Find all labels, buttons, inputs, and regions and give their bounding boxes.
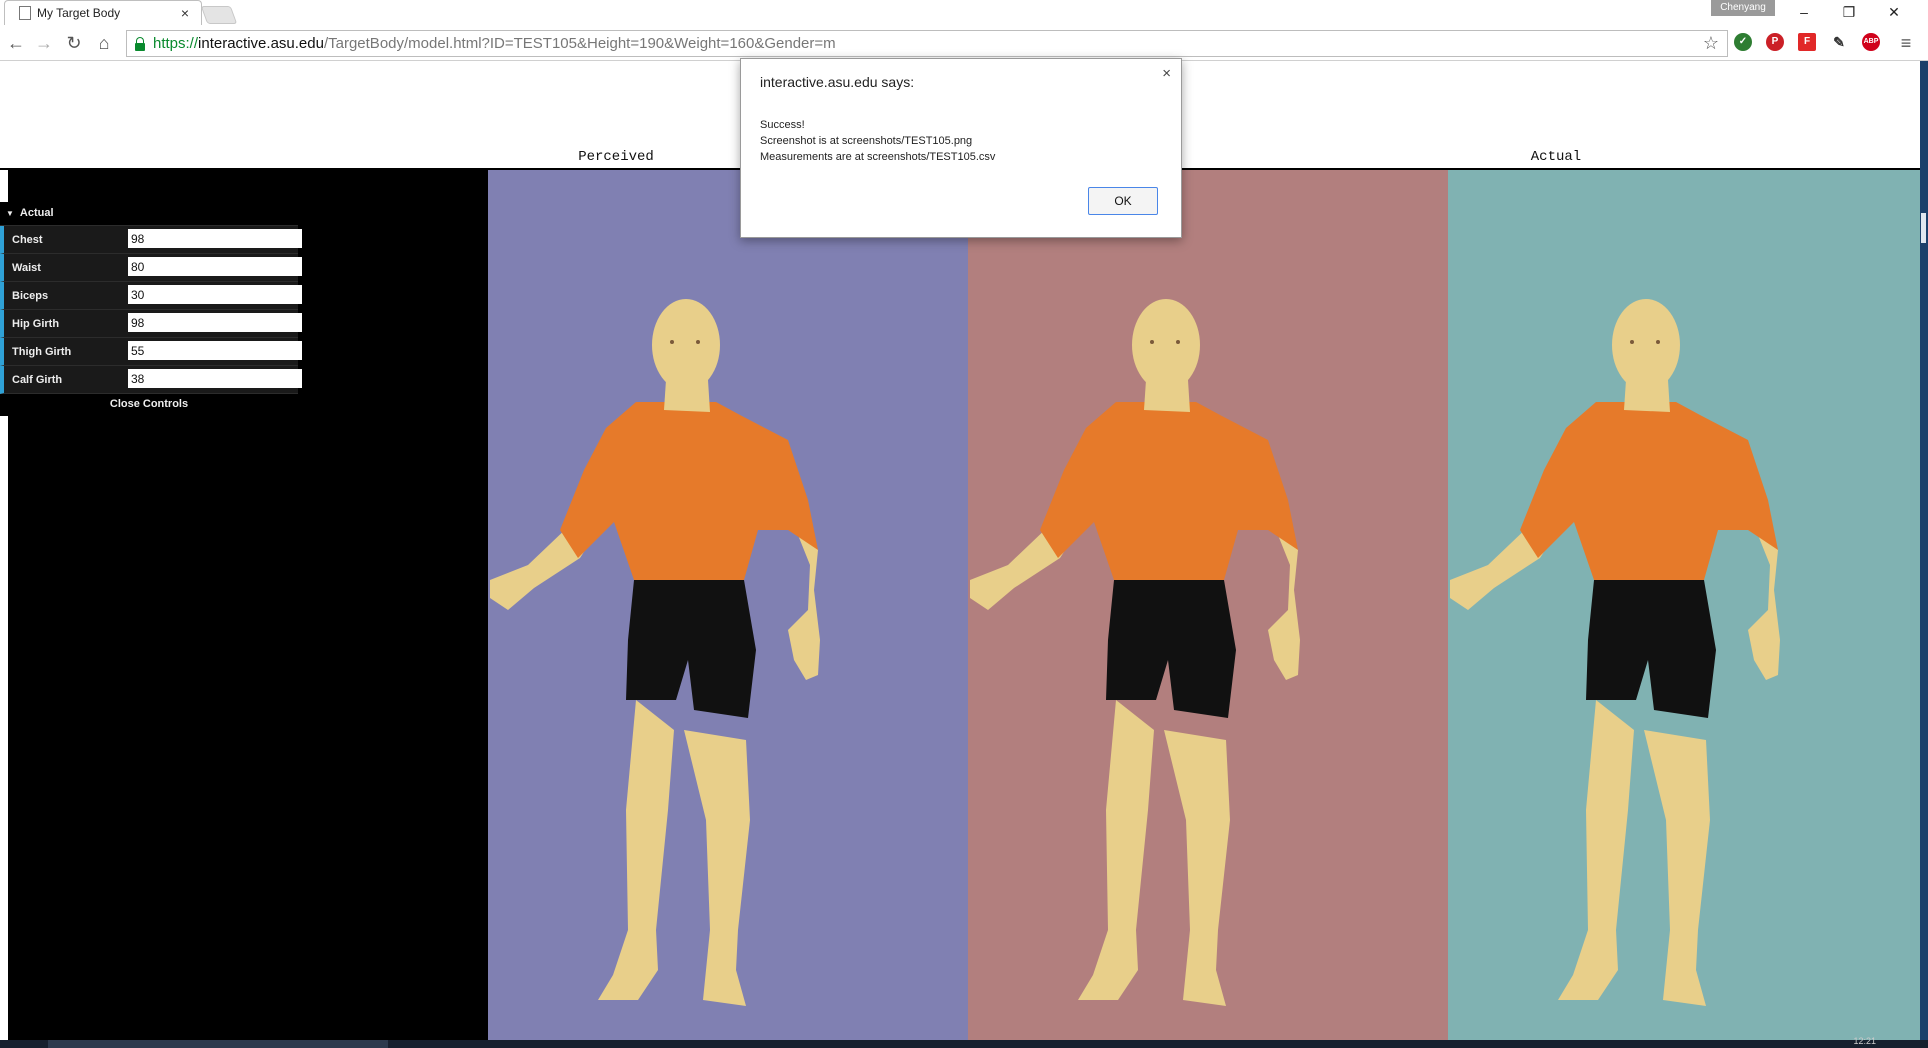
browser-tab[interactable]: My Target Body × xyxy=(4,0,202,25)
caret-down-icon: ▼ xyxy=(6,209,14,218)
measurement-input[interactable] xyxy=(128,285,302,304)
control-row: Hip Girth xyxy=(0,310,302,338)
forward-icon[interactable]: → xyxy=(32,31,56,55)
measurement-input[interactable] xyxy=(128,313,302,332)
reload-icon[interactable]: ↻ xyxy=(62,31,86,55)
browser-toolbar: ← → ↻ ⌂ https://interactive.asu.edu/Targ… xyxy=(0,26,1928,61)
ok-button[interactable]: OK xyxy=(1088,187,1158,215)
close-controls-button[interactable]: Close Controls xyxy=(0,394,298,416)
bookmark-star-icon[interactable]: ☆ xyxy=(1703,33,1719,54)
measurement-input[interactable] xyxy=(128,257,302,276)
window-close-icon[interactable]: ✕ xyxy=(1872,0,1916,24)
control-row: Calf Girth xyxy=(0,366,302,394)
panel-label-actual: Actual xyxy=(1530,149,1582,165)
measurement-input[interactable] xyxy=(128,369,302,388)
middle-body-panel[interactable] xyxy=(968,170,1448,1040)
control-label: Thigh Girth xyxy=(12,345,72,358)
control-label: Hip Girth xyxy=(12,317,60,330)
browser-tab-strip: My Target Body × Chenyang – ❐ ✕ xyxy=(0,0,1928,27)
adblock-icon[interactable]: ABP xyxy=(1862,33,1880,51)
actual-body-panel[interactable] xyxy=(1448,170,1928,1040)
flipboard-icon[interactable]: F xyxy=(1798,33,1816,51)
control-label: Chest xyxy=(12,233,43,246)
eyedropper-icon[interactable]: ✎ xyxy=(1830,33,1848,51)
message-line: Measurements are at screenshots/TEST105.… xyxy=(760,151,996,163)
dialog-title: interactive.asu.edu says: xyxy=(760,74,915,90)
tab-title: My Target Body xyxy=(37,6,121,20)
menu-icon[interactable]: ≡ xyxy=(1894,31,1918,55)
message-line: Screenshot is at screenshots/TEST105.png xyxy=(760,135,973,147)
taskbar-clock: 12:21 xyxy=(1853,1036,1876,1046)
lock-icon xyxy=(135,36,145,51)
measurement-input[interactable] xyxy=(128,341,302,360)
control-row: Biceps xyxy=(0,282,302,310)
taskbar: 12:21 xyxy=(0,1036,1928,1048)
control-row: Thigh Girth xyxy=(0,338,302,366)
folder-header-actual[interactable]: ▼ Actual xyxy=(0,202,298,226)
alert-dialog: interactive.asu.edu says: × Success! Scr… xyxy=(740,58,1182,238)
scrollbar-thumb[interactable] xyxy=(1921,213,1926,243)
page-scrollbar[interactable] xyxy=(1920,61,1928,1040)
back-icon[interactable]: ← xyxy=(4,31,28,55)
minimize-icon[interactable]: – xyxy=(1782,0,1826,24)
control-label: Waist xyxy=(12,261,41,274)
new-tab-button[interactable] xyxy=(200,6,238,24)
home-icon[interactable]: ⌂ xyxy=(92,31,116,55)
dialog-message: Success! Screenshot is at screenshots/TE… xyxy=(760,117,995,165)
restore-icon[interactable]: ❐ xyxy=(1827,0,1871,24)
dialog-close-icon[interactable]: × xyxy=(1162,65,1171,82)
control-label: Calf Girth xyxy=(12,373,63,386)
control-row: Chest xyxy=(0,226,302,254)
globe-icon[interactable]: ✓ xyxy=(1734,33,1752,51)
url-text: https://interactive.asu.edu/TargetBody/m… xyxy=(153,35,836,52)
message-line: Success! xyxy=(760,119,805,131)
tab-close-icon[interactable]: × xyxy=(177,5,193,21)
address-bar[interactable]: https://interactive.asu.edu/TargetBody/m… xyxy=(126,30,1728,57)
page-icon xyxy=(19,6,31,20)
pinterest-icon[interactable]: P xyxy=(1766,33,1784,51)
perceived-body-panel[interactable] xyxy=(488,170,968,1040)
measurement-controls: ▼Actual Chest Waist Biceps Hip Girth Thigh G… xyxy=(0,202,302,416)
profile-button[interactable]: Chenyang xyxy=(1711,0,1775,16)
panel-label-perceived: Perceived xyxy=(578,149,654,165)
control-row: Waist xyxy=(0,254,302,282)
control-label: Biceps xyxy=(12,289,49,302)
measurement-input[interactable] xyxy=(128,229,302,248)
